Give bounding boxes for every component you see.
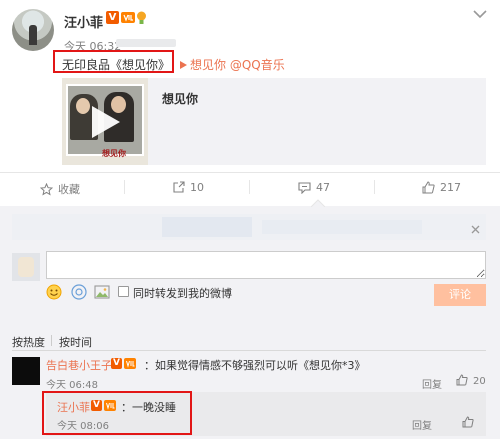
album-cover[interactable]: 想见你 (62, 78, 148, 165)
verified-badge: V (111, 358, 122, 369)
verified-badge: V (106, 11, 119, 24)
comment-text: ：如果觉得情感不够强烈可以听《想见你*3》 (144, 359, 366, 372)
music-link[interactable]: 想见你 @QQ音乐 (180, 58, 285, 72)
commenter-avatar[interactable] (12, 357, 40, 385)
reply-author-name[interactable]: 汪小菲 (57, 399, 90, 415)
author-name[interactable]: 汪小菲 (64, 12, 103, 31)
vip-badge-icon[interactable] (121, 11, 135, 24)
comment-count: 47 (316, 181, 330, 194)
play-link-icon (180, 61, 188, 69)
music-card[interactable]: 想见你 想见你 (62, 78, 486, 165)
chevron-down-icon[interactable] (472, 9, 488, 19)
divider (12, 350, 486, 351)
caret-up-icon (311, 199, 325, 207)
topic-icon[interactable] (71, 284, 87, 300)
repost-label[interactable]: 同时转发到我的微博 (133, 285, 232, 301)
divider (0, 172, 500, 173)
repost-count: 10 (190, 181, 204, 194)
comment-button[interactable]: 47 (298, 181, 330, 194)
tab-sort-hot[interactable]: 按热度 (12, 334, 45, 350)
like-button[interactable]: 217 (422, 181, 461, 194)
author-avatar[interactable] (12, 9, 54, 51)
lightbulb-icon[interactable] (136, 11, 147, 25)
blurred-notice (12, 214, 486, 240)
thumbs-up-icon[interactable] (462, 416, 474, 428)
comment-icon (298, 182, 311, 194)
music-link-label[interactable]: 想见你 @QQ音乐 (190, 58, 285, 72)
reply-text: ：一晚没睡 (121, 401, 176, 414)
repost-icon (173, 181, 185, 193)
comment-reply-button[interactable]: 回复 (422, 376, 442, 391)
emoji-icon[interactable] (46, 284, 62, 300)
post-source-blurred (116, 39, 176, 47)
song-title[interactable]: 想见你 (162, 90, 198, 107)
repost-button[interactable]: 10 (172, 181, 204, 194)
thumbs-up-icon (422, 181, 435, 194)
favorite-button[interactable]: 收藏 (40, 181, 80, 197)
favorite-label: 收藏 (58, 183, 80, 196)
tab-sort-time[interactable]: 按时间 (59, 334, 92, 350)
comment-time: 今天 06:48 (46, 380, 98, 391)
highlight-box-post (53, 50, 174, 73)
cover-caption: 想见你 (102, 149, 126, 158)
vip-badge-icon[interactable] (104, 400, 116, 411)
reply-reply-button[interactable]: 回复 (412, 417, 432, 432)
repost-checkbox[interactable] (118, 286, 129, 297)
close-icon[interactable] (471, 225, 480, 234)
verified-badge: V (91, 400, 102, 411)
vip-badge-icon[interactable] (124, 358, 136, 369)
thumbs-up-icon[interactable] (456, 374, 468, 386)
comment-like-count: 20 (473, 376, 486, 387)
my-avatar[interactable] (12, 253, 40, 281)
comment-input[interactable] (46, 251, 486, 279)
image-icon[interactable] (94, 284, 110, 300)
commenter-name[interactable]: 告白巷小王子 (46, 357, 112, 373)
star-icon (40, 182, 53, 196)
reply-time: 今天 08:06 (57, 421, 109, 432)
submit-comment-button[interactable]: 评论 (434, 284, 486, 306)
play-icon[interactable] (90, 104, 122, 140)
like-count: 217 (440, 181, 461, 194)
